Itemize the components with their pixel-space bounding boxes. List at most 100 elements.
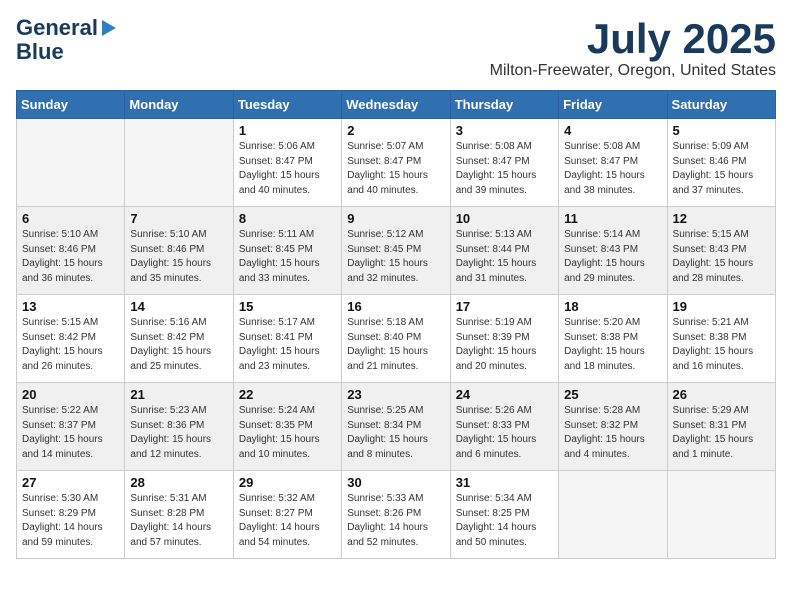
weekday-header: Tuesday xyxy=(233,91,341,119)
day-detail: Sunrise: 5:25 AM Sunset: 8:34 PM Dayligh… xyxy=(347,404,444,462)
logo-arrow-icon xyxy=(102,20,116,36)
day-detail: Sunrise: 5:11 AM Sunset: 8:45 PM Dayligh… xyxy=(239,228,336,286)
calendar-cell xyxy=(17,119,125,207)
calendar-week-row: 6 Sunrise: 5:10 AM Sunset: 8:46 PM Daylig… xyxy=(17,207,776,295)
calendar-week-row: 20 Sunrise: 5:22 AM Sunset: 8:37 PM Dayli… xyxy=(17,383,776,471)
calendar-cell: 16 Sunrise: 5:18 AM Sunset: 8:40 PM Dayli… xyxy=(342,295,450,383)
day-detail: Sunrise: 5:32 AM Sunset: 8:27 PM Dayligh… xyxy=(239,492,336,550)
logo-general: General xyxy=(16,16,98,40)
day-detail: Sunrise: 5:30 AM Sunset: 8:29 PM Dayligh… xyxy=(22,492,119,550)
calendar-cell: 9Sunrise: 5:12 AM Sunset: 8:45 PM Daylig… xyxy=(342,207,450,295)
location-label: Milton-Freewater, Oregon, United States xyxy=(490,62,776,80)
day-detail: Sunrise: 5:07 AM Sunset: 8:47 PM Dayligh… xyxy=(347,140,444,198)
day-number: 16 xyxy=(347,299,444,314)
day-number: 17 xyxy=(456,299,553,314)
calendar-cell: 24 Sunrise: 5:26 AM Sunset: 8:33 PM Dayli… xyxy=(450,383,558,471)
day-detail: Sunrise: 5:34 AM Sunset: 8:25 PM Dayligh… xyxy=(456,492,553,550)
day-detail: Sunrise: 5:18 AM Sunset: 8:40 PM Dayligh… xyxy=(347,316,444,374)
day-number: 5 xyxy=(673,123,770,138)
calendar-week-row: 13Sunrise: 5:15 AM Sunset: 8:42 PM Dayli… xyxy=(17,295,776,383)
day-detail: Sunrise: 5:17 AM Sunset: 8:41 PM Dayligh… xyxy=(239,316,336,374)
calendar-cell: 13Sunrise: 5:15 AM Sunset: 8:42 PM Dayli… xyxy=(17,295,125,383)
day-number: 6 xyxy=(22,211,119,226)
day-number: 15 xyxy=(239,299,336,314)
day-number: 11 xyxy=(564,211,661,226)
calendar-cell: 8 Sunrise: 5:11 AM Sunset: 8:45 PM Daylig… xyxy=(233,207,341,295)
calendar-cell: 12Sunrise: 5:15 AM Sunset: 8:43 PM Dayli… xyxy=(667,207,775,295)
day-detail: Sunrise: 5:06 AM Sunset: 8:47 PM Dayligh… xyxy=(239,140,336,198)
day-detail: Sunrise: 5:10 AM Sunset: 8:46 PM Dayligh… xyxy=(22,228,119,286)
day-detail: Sunrise: 5:21 AM Sunset: 8:38 PM Dayligh… xyxy=(673,316,770,374)
day-number: 1 xyxy=(239,123,336,138)
calendar-cell: 11 Sunrise: 5:14 AM Sunset: 8:43 PM Dayli… xyxy=(559,207,667,295)
weekday-header: Thursday xyxy=(450,91,558,119)
calendar-week-row: 27 Sunrise: 5:30 AM Sunset: 8:29 PM Dayli… xyxy=(17,471,776,559)
day-number: 4 xyxy=(564,123,661,138)
day-number: 29 xyxy=(239,475,336,490)
day-detail: Sunrise: 5:16 AM Sunset: 8:42 PM Dayligh… xyxy=(130,316,227,374)
calendar-cell: 18 Sunrise: 5:20 AM Sunset: 8:38 PM Dayli… xyxy=(559,295,667,383)
calendar-table: SundayMondayTuesdayWednesdayThursdayFrid… xyxy=(16,90,776,559)
calendar-cell: 19 Sunrise: 5:21 AM Sunset: 8:38 PM Dayli… xyxy=(667,295,775,383)
calendar-cell: 7Sunrise: 5:10 AM Sunset: 8:46 PM Daylig… xyxy=(125,207,233,295)
calendar-cell: 5Sunrise: 5:09 AM Sunset: 8:46 PM Daylig… xyxy=(667,119,775,207)
calendar-cell: 10 Sunrise: 5:13 AM Sunset: 8:44 PM Dayli… xyxy=(450,207,558,295)
calendar-cell: 30 Sunrise: 5:33 AM Sunset: 8:26 PM Dayli… xyxy=(342,471,450,559)
calendar-cell: 3 Sunrise: 5:08 AM Sunset: 8:47 PM Daylig… xyxy=(450,119,558,207)
calendar-cell: 17Sunrise: 5:19 AM Sunset: 8:39 PM Dayli… xyxy=(450,295,558,383)
calendar-cell: 22Sunrise: 5:24 AM Sunset: 8:35 PM Dayli… xyxy=(233,383,341,471)
calendar-cell: 28Sunrise: 5:31 AM Sunset: 8:28 PM Dayli… xyxy=(125,471,233,559)
calendar-cell xyxy=(559,471,667,559)
day-number: 10 xyxy=(456,211,553,226)
day-number: 23 xyxy=(347,387,444,402)
day-detail: Sunrise: 5:29 AM Sunset: 8:31 PM Dayligh… xyxy=(673,404,770,462)
day-number: 20 xyxy=(22,387,119,402)
calendar-cell xyxy=(667,471,775,559)
weekday-header: Wednesday xyxy=(342,91,450,119)
day-number: 30 xyxy=(347,475,444,490)
weekday-header: Monday xyxy=(125,91,233,119)
calendar-cell: 27 Sunrise: 5:30 AM Sunset: 8:29 PM Dayli… xyxy=(17,471,125,559)
calendar-cell: 1 Sunrise: 5:06 AM Sunset: 8:47 PM Daylig… xyxy=(233,119,341,207)
day-number: 26 xyxy=(673,387,770,402)
day-number: 25 xyxy=(564,387,661,402)
logo: General Blue xyxy=(16,16,116,64)
day-number: 19 xyxy=(673,299,770,314)
day-number: 18 xyxy=(564,299,661,314)
day-detail: Sunrise: 5:33 AM Sunset: 8:26 PM Dayligh… xyxy=(347,492,444,550)
title-block: July 2025 Milton-Freewater, Oregon, Unit… xyxy=(490,16,776,80)
day-detail: Sunrise: 5:23 AM Sunset: 8:36 PM Dayligh… xyxy=(130,404,227,462)
calendar-cell: 25 Sunrise: 5:28 AM Sunset: 8:32 PM Dayli… xyxy=(559,383,667,471)
day-number: 24 xyxy=(456,387,553,402)
calendar-cell: 4 Sunrise: 5:08 AM Sunset: 8:47 PM Daylig… xyxy=(559,119,667,207)
day-number: 2 xyxy=(347,123,444,138)
weekday-header-row: SundayMondayTuesdayWednesdayThursdayFrid… xyxy=(17,91,776,119)
calendar-week-row: 1 Sunrise: 5:06 AM Sunset: 8:47 PM Daylig… xyxy=(17,119,776,207)
day-number: 14 xyxy=(130,299,227,314)
day-detail: Sunrise: 5:14 AM Sunset: 8:43 PM Dayligh… xyxy=(564,228,661,286)
day-detail: Sunrise: 5:13 AM Sunset: 8:44 PM Dayligh… xyxy=(456,228,553,286)
page-header: General Blue July 2025 Milton-Freewater,… xyxy=(16,16,776,80)
day-detail: Sunrise: 5:22 AM Sunset: 8:37 PM Dayligh… xyxy=(22,404,119,462)
day-number: 13 xyxy=(22,299,119,314)
weekday-header: Sunday xyxy=(17,91,125,119)
logo-blue: Blue xyxy=(16,40,64,64)
day-number: 3 xyxy=(456,123,553,138)
day-number: 31 xyxy=(456,475,553,490)
weekday-header: Friday xyxy=(559,91,667,119)
day-number: 9 xyxy=(347,211,444,226)
day-number: 8 xyxy=(239,211,336,226)
day-detail: Sunrise: 5:28 AM Sunset: 8:32 PM Dayligh… xyxy=(564,404,661,462)
day-number: 7 xyxy=(130,211,227,226)
day-detail: Sunrise: 5:08 AM Sunset: 8:47 PM Dayligh… xyxy=(564,140,661,198)
calendar-cell: 21Sunrise: 5:23 AM Sunset: 8:36 PM Dayli… xyxy=(125,383,233,471)
calendar-cell: 23 Sunrise: 5:25 AM Sunset: 8:34 PM Dayli… xyxy=(342,383,450,471)
calendar-cell: 15 Sunrise: 5:17 AM Sunset: 8:41 PM Dayli… xyxy=(233,295,341,383)
day-number: 22 xyxy=(239,387,336,402)
day-detail: Sunrise: 5:20 AM Sunset: 8:38 PM Dayligh… xyxy=(564,316,661,374)
day-detail: Sunrise: 5:26 AM Sunset: 8:33 PM Dayligh… xyxy=(456,404,553,462)
day-detail: Sunrise: 5:31 AM Sunset: 8:28 PM Dayligh… xyxy=(130,492,227,550)
day-detail: Sunrise: 5:08 AM Sunset: 8:47 PM Dayligh… xyxy=(456,140,553,198)
day-number: 27 xyxy=(22,475,119,490)
day-number: 12 xyxy=(673,211,770,226)
